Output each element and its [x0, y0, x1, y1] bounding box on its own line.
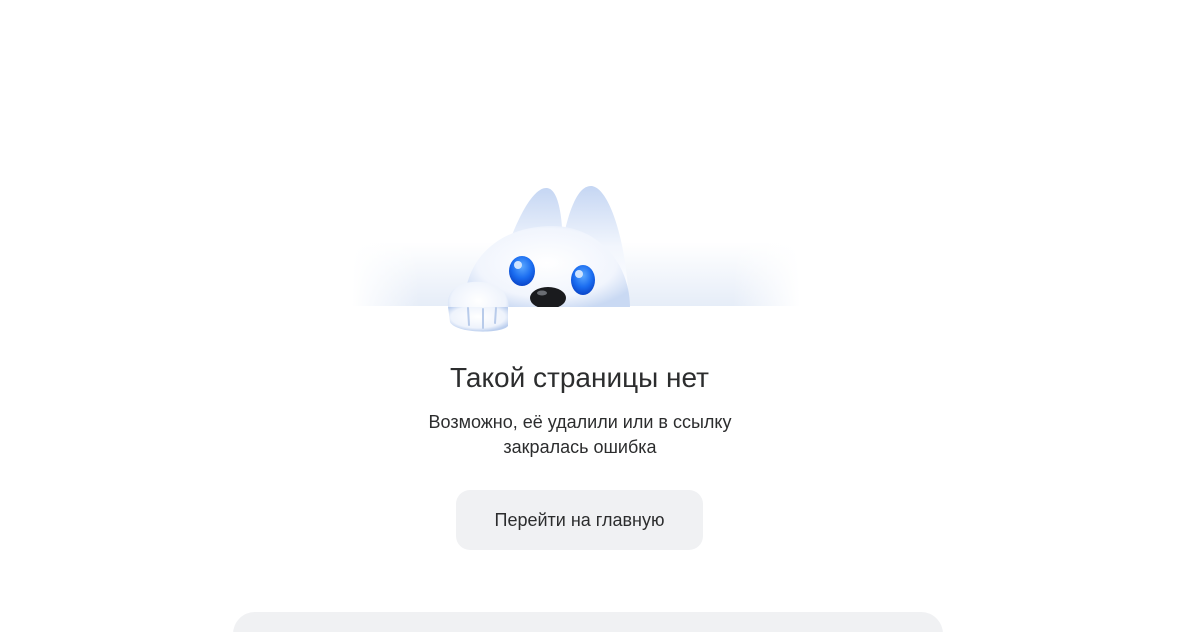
bottom-content-panel: [233, 612, 943, 632]
not-found-page: Такой страницы нет Возможно, её удалили …: [0, 0, 1203, 632]
page-title: Такой страницы нет: [450, 362, 709, 393]
sad-mascot-illustration: [352, 176, 800, 336]
error-description-line-1: Возможно, её удалили или в ссылку: [428, 412, 732, 432]
sad-fox-mascot-icon: [352, 185, 800, 336]
go-home-button-label: Перейти на главную: [494, 509, 665, 530]
go-home-button[interactable]: Перейти на главную: [456, 490, 703, 550]
error-description-line-2: закралась ошибка: [503, 437, 657, 457]
error-description: Возможно, её удалили или в ссылку закрал…: [380, 410, 780, 460]
